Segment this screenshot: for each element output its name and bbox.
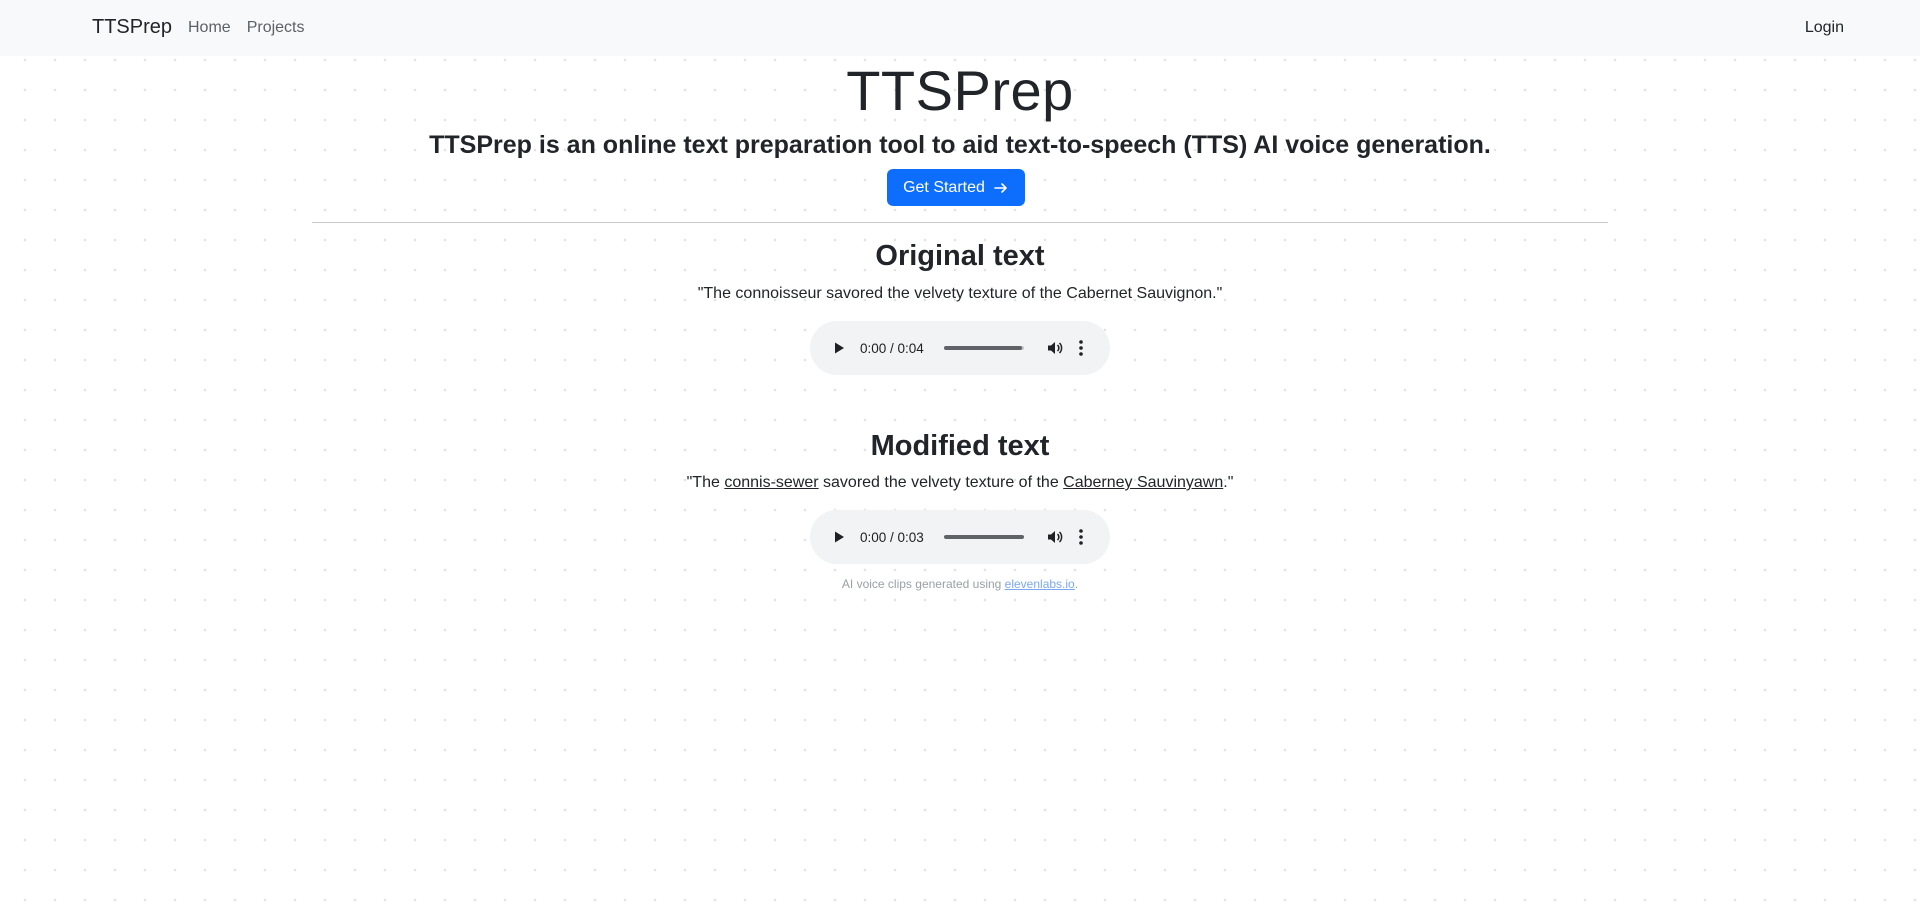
modified-word-connisseur: connis-sewer bbox=[724, 474, 819, 491]
modified-audio-player[interactable]: 0:00 / 0:03 bbox=[810, 510, 1110, 564]
more-options-icon[interactable] bbox=[1078, 528, 1084, 546]
more-options-icon[interactable] bbox=[1078, 339, 1084, 357]
audio-progress-slider[interactable] bbox=[944, 535, 1024, 539]
volume-icon[interactable] bbox=[1046, 528, 1064, 546]
credit-prefix: AI voice clips generated using bbox=[841, 577, 1005, 591]
nav-link-projects[interactable]: Projects bbox=[247, 19, 305, 37]
hero-title: TTSPrep bbox=[846, 59, 1074, 122]
modified-quote-part: savored the velvety texture of the bbox=[818, 474, 1064, 491]
credit-suffix: . bbox=[1074, 577, 1079, 591]
brand-logo[interactable]: TTSPrep bbox=[92, 16, 172, 39]
modified-heading: Modified text bbox=[870, 430, 1050, 462]
modified-quote-part: "The bbox=[686, 474, 725, 491]
navbar: TTSPrep Home Projects Login bbox=[0, 0, 1920, 56]
audio-time: 0:00 / 0:04 bbox=[860, 340, 924, 356]
play-icon[interactable] bbox=[830, 339, 848, 357]
audio-time: 0:00 / 0:03 bbox=[860, 529, 924, 545]
divider bbox=[312, 222, 1608, 223]
modified-word-cabernet: Caberney Sauvinyawn bbox=[1063, 474, 1224, 491]
arrow-right-icon bbox=[994, 182, 1007, 193]
nav-links: Home Projects bbox=[188, 19, 304, 37]
play-icon[interactable] bbox=[830, 528, 848, 546]
login-link[interactable]: Login bbox=[1805, 19, 1844, 37]
nav-link-home[interactable]: Home bbox=[188, 19, 231, 37]
hero-subtitle: TTSPrep is an online text preparation to… bbox=[429, 131, 1491, 159]
credit-note: AI voice clips generated using elevenlab… bbox=[0, 577, 1920, 591]
original-audio-player[interactable]: 0:00 / 0:04 bbox=[810, 321, 1110, 375]
audio-progress-slider[interactable] bbox=[944, 346, 1024, 350]
original-heading: Original text bbox=[875, 240, 1045, 272]
audio-progress-fill bbox=[944, 346, 1022, 350]
modified-quote: "The connis-sewer savored the velvety te… bbox=[0, 474, 1920, 492]
original-quote: "The connoisseur savored the velvety tex… bbox=[697, 285, 1223, 302]
modified-quote-part: ." bbox=[1223, 474, 1234, 491]
elevenlabs-link[interactable]: elevenlabs.io bbox=[1005, 577, 1075, 591]
get-started-button[interactable]: Get Started bbox=[887, 169, 1025, 206]
get-started-label: Get Started bbox=[903, 178, 985, 196]
volume-icon[interactable] bbox=[1046, 339, 1064, 357]
